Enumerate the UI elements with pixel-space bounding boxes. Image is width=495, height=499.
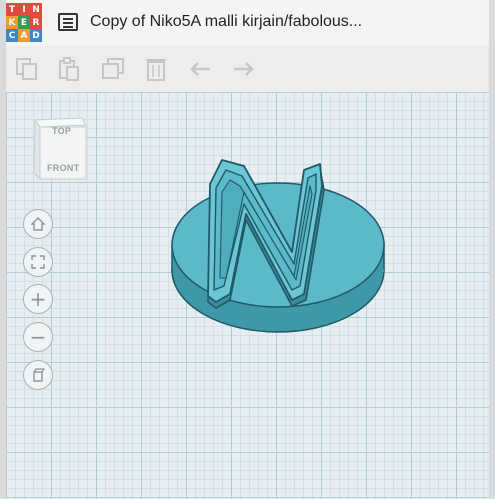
- app-header: TINKERCAD Copy of Niko5A malli kirjain/f…: [6, 0, 489, 46]
- cube-front-label: FRONT: [47, 163, 80, 173]
- design-title[interactable]: Copy of Niko5A malli kirjain/fabolous...: [90, 13, 362, 31]
- undo-icon[interactable]: [188, 56, 214, 82]
- edit-toolbar: [6, 46, 489, 93]
- logo-letter: D: [30, 29, 42, 42]
- logo-letter: E: [18, 16, 30, 29]
- logo-letter: K: [6, 16, 18, 29]
- logo-letter: T: [6, 3, 18, 16]
- disc-with-letter-n-model[interactable]: [164, 150, 396, 358]
- duplicate-icon[interactable]: [100, 56, 126, 82]
- home-icon[interactable]: [23, 209, 53, 239]
- logo-letter: R: [30, 16, 42, 29]
- view-cube[interactable]: TOP FRONT: [30, 115, 90, 183]
- redo-icon[interactable]: [230, 56, 256, 82]
- tinkercad-editor: TINKERCAD Copy of Niko5A malli kirjain/f…: [6, 0, 489, 499]
- zoom-out-glyph: −: [29, 325, 47, 349]
- zoom-in-icon[interactable]: +: [23, 284, 53, 314]
- copy-icon[interactable]: [14, 56, 40, 82]
- cube-top-label: TOP: [52, 126, 72, 136]
- tinkercad-logo[interactable]: TINKERCAD: [6, 3, 42, 43]
- fit-view-icon[interactable]: [23, 247, 53, 277]
- logo-letter: C: [6, 29, 18, 42]
- logo-letter: N: [30, 3, 42, 16]
- delete-icon[interactable]: [143, 56, 169, 82]
- paste-icon[interactable]: [56, 56, 82, 82]
- perspective-icon[interactable]: [23, 360, 53, 390]
- zoom-in-glyph: +: [29, 287, 47, 311]
- logo-letter: A: [18, 29, 30, 42]
- list-icon[interactable]: [58, 13, 78, 31]
- zoom-out-icon[interactable]: −: [23, 322, 53, 352]
- logo-letter: I: [18, 3, 30, 16]
